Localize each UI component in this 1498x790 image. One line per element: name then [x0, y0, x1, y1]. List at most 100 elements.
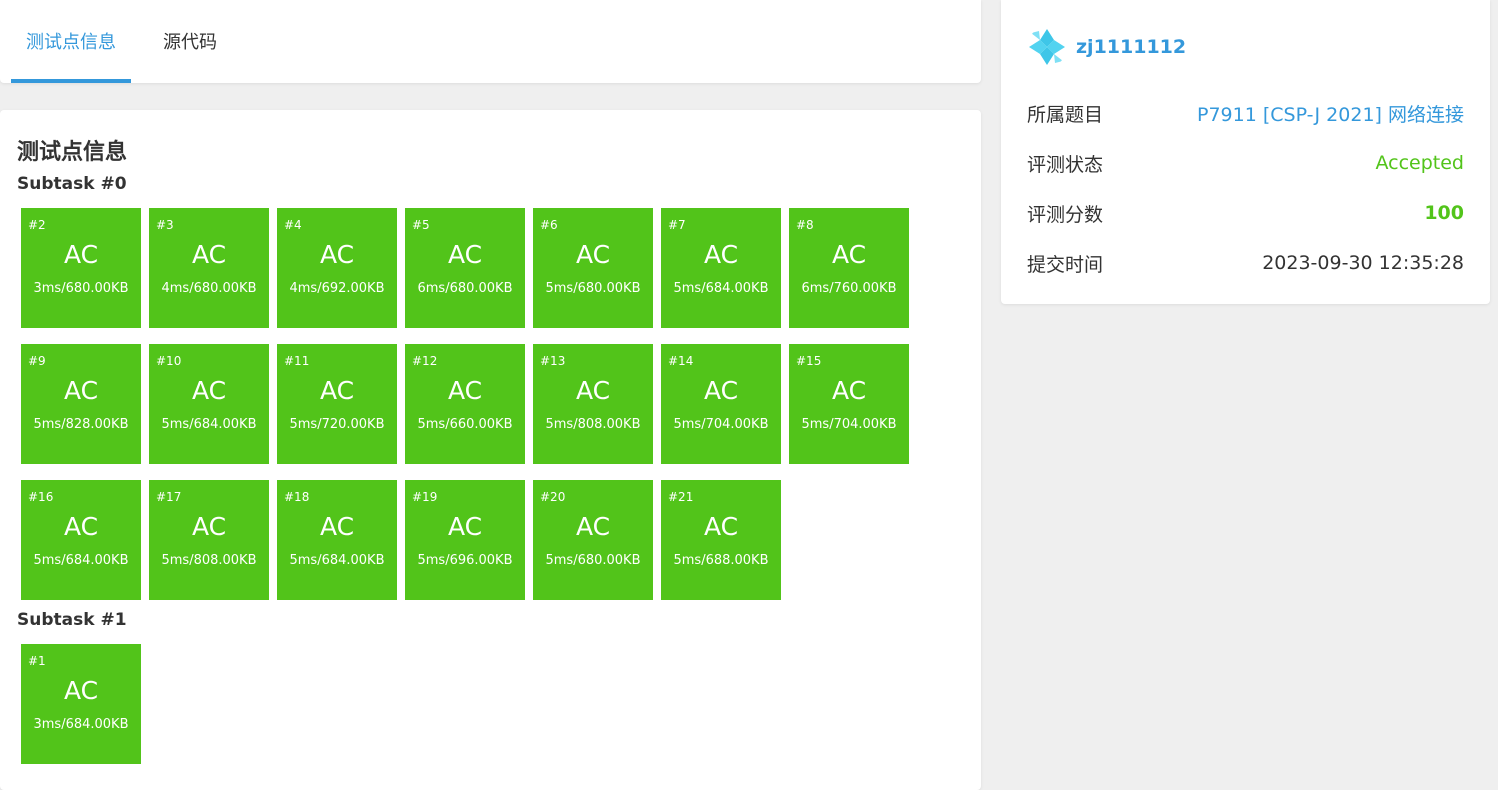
info-label: 评测分数 — [1027, 203, 1104, 226]
test-case-time-memory: 5ms/680.00KB — [545, 553, 641, 568]
test-case-tile[interactable]: #16 AC 5ms/684.00KB — [21, 480, 141, 600]
test-case-id: #20 — [540, 490, 566, 504]
test-case-time-memory: 5ms/808.00KB — [161, 553, 257, 568]
test-case-panel: 测试点信息 Subtask #0 #2 AC 3ms/680.00KB #3 AC 4ms… — [0, 110, 981, 790]
test-case-status: AC — [191, 376, 227, 405]
test-case-tile[interactable]: #11 AC 5ms/720.00KB — [277, 344, 397, 464]
subtask-0-grid: #2 AC 3ms/680.00KB #3 AC 4ms/680.00KB #4 AC 4ms/… — [21, 208, 909, 600]
subtask-1-grid: #1 AC 3ms/684.00KB — [21, 644, 909, 764]
test-case-time-memory: 5ms/704.00KB — [673, 417, 769, 432]
submit-time-value: 2023-09-30 12:35:28 — [1262, 252, 1464, 274]
test-case-time-memory: 6ms/760.00KB — [801, 281, 897, 296]
test-case-status: AC — [831, 376, 867, 405]
test-case-tile[interactable]: #5 AC 6ms/680.00KB — [405, 208, 525, 328]
test-case-id: #9 — [28, 354, 46, 368]
test-case-tile[interactable]: #21 AC 5ms/688.00KB — [661, 480, 781, 600]
test-case-tile[interactable]: #9 AC 5ms/828.00KB — [21, 344, 141, 464]
subtask-title: Subtask #0 — [17, 174, 127, 194]
test-case-id: #10 — [156, 354, 182, 368]
test-case-time-memory: 3ms/680.00KB — [33, 281, 129, 296]
test-case-time-memory: 5ms/684.00KB — [673, 281, 769, 296]
test-case-tile[interactable]: #2 AC 3ms/680.00KB — [21, 208, 141, 328]
test-case-status: AC — [703, 240, 739, 269]
test-case-tile[interactable]: #3 AC 4ms/680.00KB — [149, 208, 269, 328]
test-case-id: #13 — [540, 354, 566, 368]
user-row: zj1111112 — [1027, 27, 1186, 67]
test-case-status: AC — [319, 376, 355, 405]
info-row-status: 评测状态 Accepted — [1027, 148, 1464, 178]
panel-title: 测试点信息 — [17, 140, 128, 165]
test-case-time-memory: 5ms/684.00KB — [161, 417, 257, 432]
test-case-time-memory: 5ms/828.00KB — [33, 417, 129, 432]
test-case-status: AC — [575, 376, 611, 405]
test-case-status: AC — [575, 240, 611, 269]
test-case-status: AC — [63, 240, 99, 269]
test-case-tile[interactable]: #17 AC 5ms/808.00KB — [149, 480, 269, 600]
submission-info-card: zj1111112 所属题目 P7911 [CSP-J 2021] 网络连接 评… — [1001, 0, 1490, 304]
test-case-time-memory: 3ms/684.00KB — [33, 717, 129, 732]
test-case-id: #7 — [668, 218, 686, 232]
test-case-tile[interactable]: #14 AC 5ms/704.00KB — [661, 344, 781, 464]
test-case-id: #12 — [412, 354, 438, 368]
test-case-status: AC — [703, 376, 739, 405]
info-label: 评测状态 — [1027, 153, 1104, 176]
test-case-id: #3 — [156, 218, 174, 232]
test-case-id: #15 — [796, 354, 822, 368]
test-case-time-memory: 5ms/680.00KB — [545, 281, 641, 296]
test-case-tile[interactable]: #10 AC 5ms/684.00KB — [149, 344, 269, 464]
problem-link[interactable]: P7911 [CSP-J 2021] 网络连接 — [1197, 100, 1464, 127]
test-case-tile[interactable]: #6 AC 5ms/680.00KB — [533, 208, 653, 328]
test-case-id: #8 — [796, 218, 814, 232]
info-row-score: 评测分数 100 — [1027, 198, 1464, 228]
test-case-id: #5 — [412, 218, 430, 232]
test-case-tile[interactable]: #18 AC 5ms/684.00KB — [277, 480, 397, 600]
tab-source-code[interactable]: 源代码 — [150, 0, 230, 83]
test-case-id: #16 — [28, 490, 54, 504]
user-avatar-icon[interactable] — [1027, 27, 1067, 67]
tab-bar: 测试点信息 源代码 — [0, 0, 981, 83]
test-case-time-memory: 5ms/660.00KB — [417, 417, 513, 432]
test-case-status: AC — [831, 240, 867, 269]
test-case-status: AC — [447, 512, 483, 541]
test-case-status: AC — [319, 240, 355, 269]
test-case-tile[interactable]: #13 AC 5ms/808.00KB — [533, 344, 653, 464]
test-case-tile[interactable]: #19 AC 5ms/696.00KB — [405, 480, 525, 600]
test-case-time-memory: 5ms/696.00KB — [417, 553, 513, 568]
test-case-id: #14 — [668, 354, 694, 368]
test-case-status: AC — [63, 376, 99, 405]
test-case-status: AC — [63, 676, 99, 705]
test-case-time-memory: 5ms/688.00KB — [673, 553, 769, 568]
test-case-status: AC — [575, 512, 611, 541]
test-case-status: AC — [191, 512, 227, 541]
test-case-tile[interactable]: #8 AC 6ms/760.00KB — [789, 208, 909, 328]
test-case-tile[interactable]: #12 AC 5ms/660.00KB — [405, 344, 525, 464]
test-case-id: #19 — [412, 490, 438, 504]
test-case-time-memory: 5ms/704.00KB — [801, 417, 897, 432]
info-label: 所属题目 — [1027, 103, 1104, 126]
score-value: 100 — [1424, 202, 1464, 224]
status-value: Accepted — [1375, 152, 1464, 174]
test-case-status: AC — [63, 512, 99, 541]
test-case-tile[interactable]: #7 AC 5ms/684.00KB — [661, 208, 781, 328]
test-case-time-memory: 4ms/692.00KB — [289, 281, 385, 296]
test-case-status: AC — [191, 240, 227, 269]
test-case-tile[interactable]: #4 AC 4ms/692.00KB — [277, 208, 397, 328]
test-case-tile[interactable]: #1 AC 3ms/684.00KB — [21, 644, 141, 764]
test-case-status: AC — [447, 240, 483, 269]
test-case-time-memory: 4ms/680.00KB — [161, 281, 257, 296]
test-case-time-memory: 5ms/684.00KB — [33, 553, 129, 568]
tab-test-cases[interactable]: 测试点信息 — [11, 0, 131, 83]
test-case-id: #2 — [28, 218, 46, 232]
test-case-id: #6 — [540, 218, 558, 232]
test-case-id: #17 — [156, 490, 182, 504]
test-case-tile[interactable]: #15 AC 5ms/704.00KB — [789, 344, 909, 464]
test-case-status: AC — [319, 512, 355, 541]
test-case-id: #21 — [668, 490, 694, 504]
username-link[interactable]: zj1111112 — [1076, 36, 1186, 58]
info-label: 提交时间 — [1027, 253, 1104, 276]
info-row-time: 提交时间 2023-09-30 12:35:28 — [1027, 248, 1464, 278]
test-case-tile[interactable]: #20 AC 5ms/680.00KB — [533, 480, 653, 600]
test-case-status: AC — [703, 512, 739, 541]
test-case-status: AC — [447, 376, 483, 405]
test-case-time-memory: 5ms/720.00KB — [289, 417, 385, 432]
